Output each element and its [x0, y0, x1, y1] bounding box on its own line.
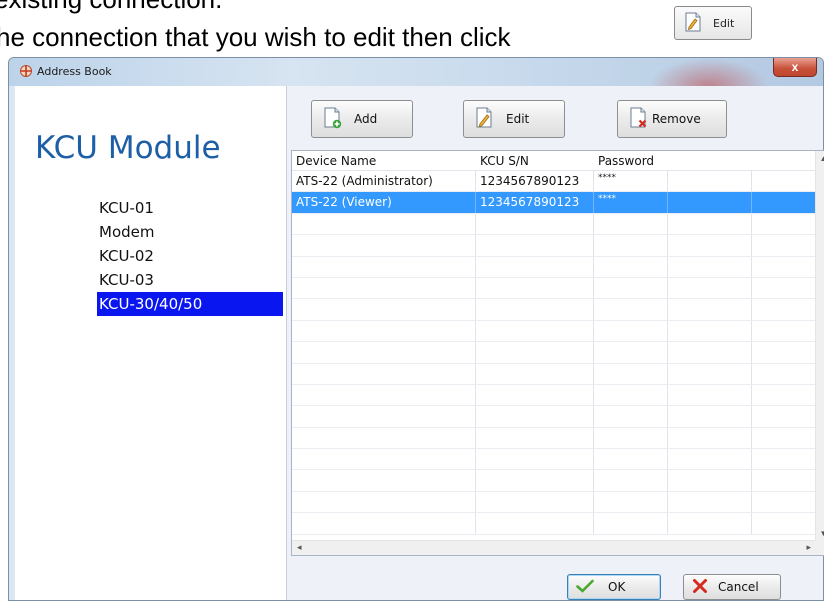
column-header-blank[interactable] — [752, 151, 816, 170]
doc-inline-edit-button: Edit — [674, 6, 752, 40]
table-body: ATS-22 (Administrator) 1234567890123 ***… — [292, 171, 816, 541]
password-cell: **** — [594, 171, 668, 192]
column-header-password[interactable]: Password — [594, 151, 668, 170]
table-header: Device Name KCU S/N Password — [292, 151, 816, 171]
column-header-blank[interactable] — [668, 151, 752, 170]
document-remove-icon — [630, 107, 648, 132]
document-edit-icon — [476, 107, 494, 132]
address-book-icon — [19, 64, 33, 83]
scroll-up-arrow-icon[interactable]: ▲ — [816, 154, 824, 163]
connections-table[interactable]: Device Name KCU S/N Password ATS-22 (Adm… — [291, 150, 824, 556]
table-row-selected[interactable]: ATS-22 (Viewer) 1234567890123 **** — [292, 192, 816, 214]
table-row-empty[interactable] — [292, 342, 816, 364]
module-panel: KCU Module KCU-01 Modem KCU-02 KCU-03 KC… — [15, 86, 287, 600]
checkmark-icon — [576, 579, 594, 596]
table-row-empty[interactable] — [292, 491, 816, 514]
edit-button-label: Edit — [506, 112, 530, 126]
table-row-empty[interactable] — [292, 406, 816, 428]
table-row-empty[interactable] — [292, 363, 816, 385]
title-bar[interactable]: Address Book x — [9, 58, 823, 86]
module-item-kcu-03[interactable]: KCU-03 — [97, 268, 287, 292]
doc-text-line-2: he connection that you wish to edit then… — [0, 22, 511, 52]
vertical-scrollbar[interactable]: ▲ ▼ — [815, 151, 824, 541]
red-x-icon — [692, 578, 708, 597]
table-row-empty[interactable] — [292, 449, 816, 471]
close-button[interactable]: x — [773, 58, 817, 77]
table-row-empty[interactable] — [292, 277, 816, 300]
table-row-empty[interactable] — [292, 470, 816, 492]
device-name-cell: ATS-22 (Administrator) — [292, 171, 476, 192]
scroll-left-arrow-icon[interactable]: ◂ — [297, 542, 302, 553]
serial-cell: 1234567890123 — [476, 192, 594, 213]
module-panel-title: KCU Module — [35, 130, 221, 166]
module-item-modem[interactable]: Modem — [97, 220, 287, 244]
ok-button[interactable]: OK — [567, 574, 661, 600]
scroll-right-arrow-icon[interactable]: ▸ — [806, 542, 811, 553]
table-row-empty[interactable] — [292, 256, 816, 278]
table-row-empty[interactable] — [292, 299, 816, 321]
module-item-kcu-30-40-50[interactable]: KCU-30/40/50 — [97, 292, 283, 316]
cancel-button[interactable]: Cancel — [683, 574, 781, 600]
password-cell: **** — [594, 192, 668, 213]
remove-button-label: Remove — [652, 112, 701, 126]
module-item-kcu-01[interactable]: KCU-01 — [97, 196, 287, 220]
doc-text-line-1: existing connection. — [0, 0, 222, 14]
document-edit-icon — [685, 12, 701, 35]
add-button[interactable]: Add — [311, 100, 413, 138]
table-row-empty[interactable] — [292, 235, 816, 257]
column-header-kcu-sn[interactable]: KCU S/N — [476, 151, 594, 170]
edit-button[interactable]: Edit — [463, 100, 565, 138]
table-row-empty[interactable] — [292, 427, 816, 450]
remove-button[interactable]: Remove — [617, 100, 727, 138]
cancel-button-label: Cancel — [718, 580, 759, 594]
table-row-empty[interactable] — [292, 320, 816, 343]
serial-cell: 1234567890123 — [476, 171, 594, 192]
add-button-label: Add — [354, 112, 378, 126]
address-book-window: Address Book x KCU Module KCU-01 Modem K… — [8, 57, 824, 601]
table-row-empty[interactable] — [292, 384, 816, 407]
scroll-down-arrow-icon[interactable]: ▼ — [816, 529, 824, 538]
doc-inline-edit-label: Edit — [713, 16, 735, 30]
window-title: Address Book — [37, 65, 112, 78]
table-row[interactable]: ATS-22 (Administrator) 1234567890123 ***… — [292, 171, 816, 193]
module-list: KCU-01 Modem KCU-02 KCU-03 KCU-30/40/50 — [97, 196, 287, 316]
table-row-empty[interactable] — [292, 213, 816, 236]
dialog-client-area: KCU Module KCU-01 Modem KCU-02 KCU-03 KC… — [15, 86, 824, 600]
horizontal-scrollbar[interactable]: ◂ ▸ — [292, 540, 816, 555]
module-item-kcu-02[interactable]: KCU-02 — [97, 244, 287, 268]
document-add-icon — [324, 107, 342, 132]
connections-panel: Add Edit Remove Device Name KCU S/N Pass… — [287, 86, 824, 600]
device-name-cell: ATS-22 (Viewer) — [292, 192, 476, 213]
ok-button-label: OK — [608, 580, 626, 594]
table-row-empty[interactable] — [292, 513, 816, 535]
column-header-device-name[interactable]: Device Name — [292, 151, 476, 170]
